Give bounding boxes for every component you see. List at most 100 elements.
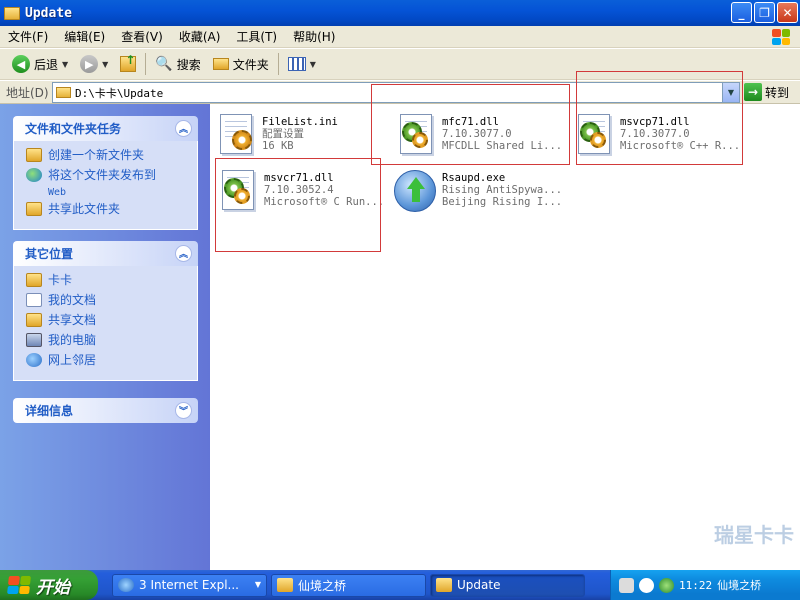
rising-update-icon <box>394 170 436 212</box>
task-label: 共享此文件夹 <box>48 202 121 216</box>
forward-button[interactable]: ▶ ▼ <box>74 51 114 77</box>
other-places-title: 其它位置 <box>25 247 74 261</box>
taskbar-item-xianjing[interactable]: 仙境之桥 <box>271 573 426 597</box>
clock: 11:22 <box>679 578 713 592</box>
close-button[interactable]: ✕ <box>777 2 798 23</box>
task-publish-web[interactable]: 将这个文件夹发布到 Web <box>26 167 187 201</box>
folder-icon <box>436 578 452 592</box>
share-folder-icon <box>26 202 42 216</box>
publish-web-icon <box>26 168 42 182</box>
chevron-left-icon[interactable] <box>639 577 654 593</box>
search-button[interactable]: 🔍 搜索 <box>149 51 206 77</box>
my-documents-icon <box>26 293 42 307</box>
views-button[interactable]: ▼ <box>282 51 322 77</box>
place-label: 网上邻居 <box>48 353 97 367</box>
keyboard-icon[interactable] <box>619 577 634 593</box>
folder-icon <box>26 273 42 287</box>
place-kaka[interactable]: 卡卡 <box>26 272 187 292</box>
taskbar: 开始 3 Internet Expl... ▼ 仙境之桥 Update 11:2… <box>0 570 800 600</box>
collapse-chevron-icon[interactable]: ︽ <box>175 245 192 262</box>
highlight-box <box>215 158 381 252</box>
menu-favorites[interactable]: 收藏(A) <box>171 28 229 45</box>
my-computer-icon <box>26 333 42 347</box>
details-panel: 详细信息 ︾ <box>13 398 198 423</box>
file-tasks-title: 文件和文件夹任务 <box>25 122 122 136</box>
file-tasks-panel: 文件和文件夹任务 ︽ 创建一个新文件夹 将这个文件夹发布到 Web 共享此文件夹 <box>13 116 198 230</box>
place-my-documents[interactable]: 我的文档 <box>26 292 187 312</box>
dropdown-arrow-icon[interactable]: ▼ <box>102 60 108 69</box>
windows-flag-icon <box>7 576 31 594</box>
window-title: Update <box>25 5 72 21</box>
config-settings-icon <box>216 112 256 158</box>
file-list-view: FileList.ini 配置设置 16 KB mfc71.dll 7.10.3… <box>210 71 800 570</box>
place-shared-documents[interactable]: 共享文档 <box>26 312 187 332</box>
file-company: Beijing Rising I... <box>442 196 563 208</box>
search-icon: 🔍 <box>155 56 173 72</box>
watermark: 瑞星卡卡 <box>714 523 794 547</box>
menu-bar: 文件(F) 编辑(E) 查看(V) 收藏(A) 工具(T) 帮助(H) <box>0 26 800 48</box>
folders-label: 文件夹 <box>232 57 269 72</box>
place-label: 我的电脑 <box>48 333 97 347</box>
task-label-sub: Web <box>48 187 67 198</box>
highlight-box <box>371 84 570 165</box>
rising-icon[interactable] <box>659 577 674 593</box>
start-label: 开始 <box>36 577 70 598</box>
back-button[interactable]: ◀ 后退 ▼ <box>6 51 74 77</box>
collapse-chevron-icon[interactable]: ︽ <box>175 120 192 137</box>
folder-icon <box>56 87 71 98</box>
menu-view[interactable]: 查看(V) <box>113 28 171 45</box>
views-icon <box>287 57 306 71</box>
task-label: 3 Internet Expl... <box>139 578 239 592</box>
start-button[interactable]: 开始 <box>0 570 98 600</box>
taskbar-item-ie[interactable]: 3 Internet Expl... ▼ <box>112 573 267 597</box>
other-places-panel: 其它位置 ︽ 卡卡 我的文档 共享文档 我的电脑 网上邻居 <box>13 241 198 381</box>
folders-icon <box>212 58 229 70</box>
place-label: 共享文档 <box>48 313 97 327</box>
title-bar[interactable]: Update _ ❐ ✕ <box>0 0 800 26</box>
back-label: 后退 <box>34 57 59 72</box>
dropdown-arrow-icon: ▼ <box>309 59 316 69</box>
folders-button[interactable]: 文件夹 <box>207 51 275 77</box>
folder-icon <box>4 6 20 20</box>
highlight-box <box>576 71 743 165</box>
toolbar-separator <box>277 53 279 75</box>
up-folder-button[interactable]: ↑ <box>114 51 142 77</box>
task-label: Update <box>457 578 501 592</box>
menu-help[interactable]: 帮助(H) <box>285 28 343 45</box>
task-pane: 文件和文件夹任务 ︽ 创建一个新文件夹 将这个文件夹发布到 Web 共享此文件夹 <box>0 104 210 570</box>
taskbar-item-update[interactable]: Update <box>430 573 585 597</box>
menu-file[interactable]: 文件(F) <box>0 28 56 45</box>
shared-documents-icon <box>26 313 42 327</box>
file-item-filelist-ini[interactable]: FileList.ini 配置设置 16 KB <box>216 112 338 158</box>
file-tasks-header[interactable]: 文件和文件夹任务 ︽ <box>13 116 198 141</box>
place-my-computer[interactable]: 我的电脑 <box>26 332 187 352</box>
up-folder-icon: ↑ <box>120 53 137 72</box>
go-arrow-icon: → <box>744 83 762 101</box>
file-name: Rsaupd.exe <box>442 172 506 184</box>
task-share-folder[interactable]: 共享此文件夹 <box>26 201 187 221</box>
network-places-icon <box>26 353 42 367</box>
minimize-button[interactable]: _ <box>731 2 752 23</box>
search-label: 搜索 <box>176 57 201 72</box>
go-button[interactable]: → 转到 <box>744 83 789 101</box>
dropdown-arrow-icon[interactable]: ▼ <box>62 60 68 69</box>
file-item-rsaupd-exe[interactable]: Rsaupd.exe Rising AntiSpywa... Beijing R… <box>394 168 562 212</box>
new-folder-icon <box>26 148 42 162</box>
task-label: 将这个文件夹发布到 <box>48 168 157 182</box>
address-path: D:\卡卡\Update <box>75 86 164 100</box>
details-header[interactable]: 详细信息 ︾ <box>13 398 198 423</box>
file-size: 16 KB <box>262 140 294 152</box>
file-description: Rising AntiSpywa... <box>442 184 563 196</box>
tray-text: 仙境之桥 <box>717 579 762 592</box>
toolbar-separator <box>145 53 147 75</box>
place-network[interactable]: 网上邻居 <box>26 352 187 372</box>
task-label: 创建一个新文件夹 <box>48 148 145 162</box>
expand-chevron-icon[interactable]: ︾ <box>175 402 192 419</box>
task-new-folder[interactable]: 创建一个新文件夹 <box>26 147 187 167</box>
other-places-header[interactable]: 其它位置 ︽ <box>13 241 198 266</box>
windows-logo-icon <box>768 27 794 47</box>
group-arrow-icon: ▼ <box>254 579 261 589</box>
menu-tools[interactable]: 工具(T) <box>228 28 285 45</box>
menu-edit[interactable]: 编辑(E) <box>56 28 113 45</box>
maximize-button[interactable]: ❐ <box>754 2 775 23</box>
